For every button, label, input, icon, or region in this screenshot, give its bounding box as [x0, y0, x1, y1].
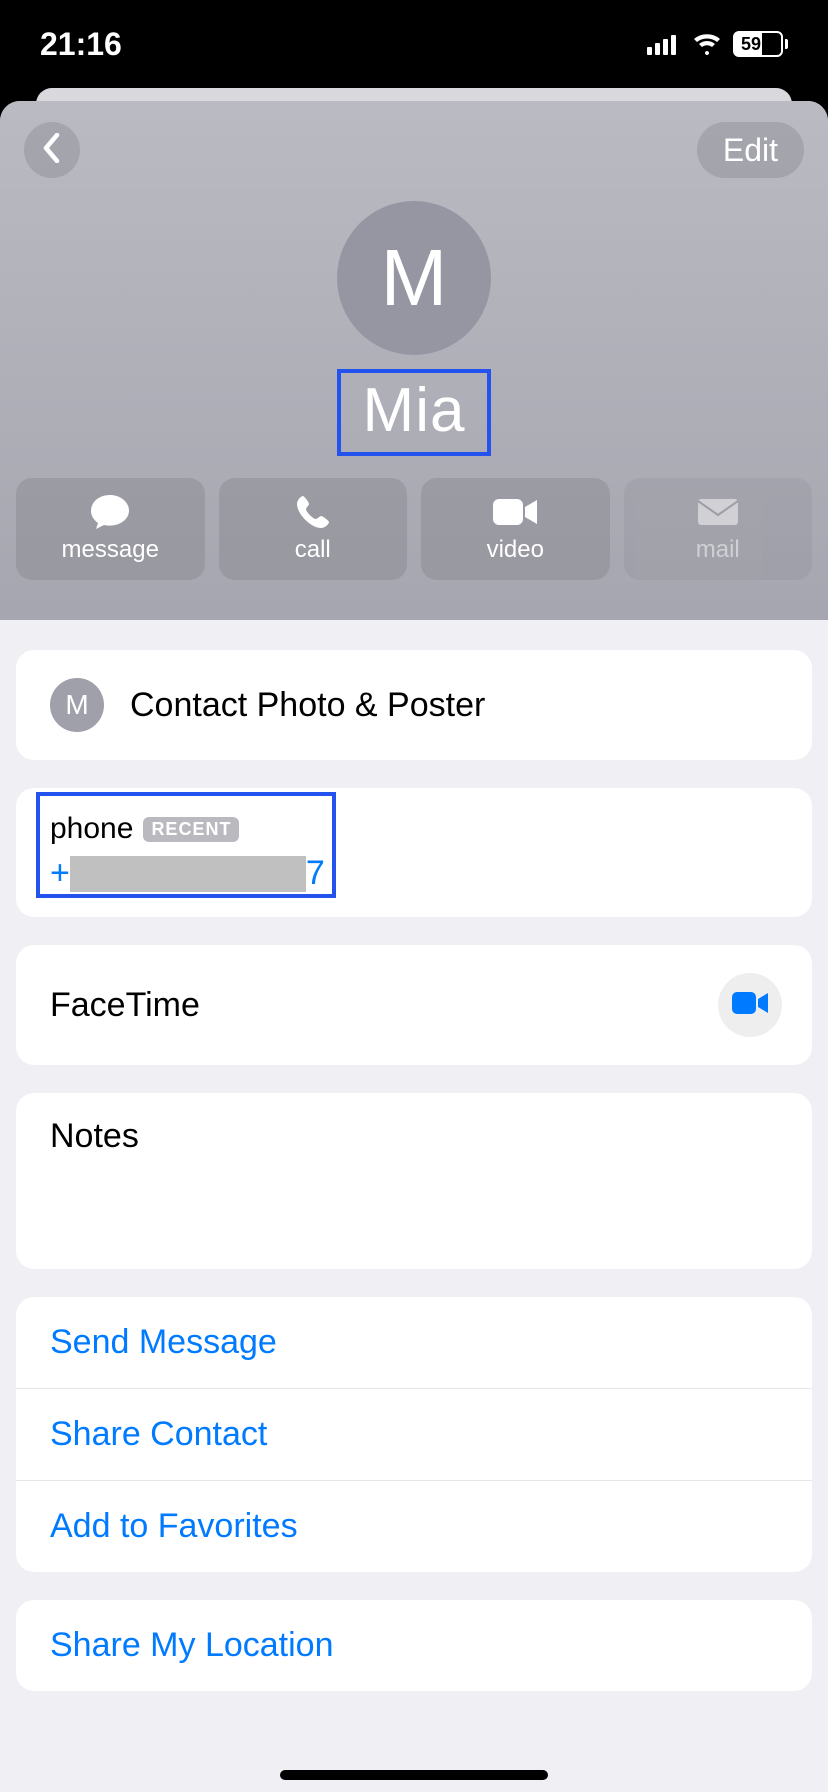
- phone-suffix: 7: [306, 854, 325, 893]
- actions-card: Send Message Share Contact Add to Favori…: [16, 1297, 812, 1572]
- avatar-small-initial: M: [65, 689, 88, 721]
- video-icon: [730, 990, 770, 1021]
- share-my-location-link[interactable]: Share My Location: [16, 1600, 812, 1691]
- content-area: M Contact Photo & Poster phone RECENT + …: [0, 620, 828, 1691]
- phone-redacted: [70, 856, 306, 892]
- photo-poster-card[interactable]: M Contact Photo & Poster: [16, 650, 812, 760]
- phone-icon: [295, 494, 331, 530]
- mail-icon: [696, 494, 740, 530]
- send-message-link[interactable]: Send Message: [16, 1297, 812, 1389]
- message-icon: [89, 494, 131, 530]
- video-button[interactable]: video: [421, 478, 610, 580]
- avatar-small: M: [50, 678, 104, 732]
- phone-number[interactable]: + 7: [50, 854, 778, 893]
- home-indicator[interactable]: [280, 1770, 548, 1780]
- phone-card[interactable]: phone RECENT + 7: [16, 788, 812, 917]
- message-button[interactable]: message: [16, 478, 205, 580]
- chevron-left-icon: [42, 133, 62, 168]
- facetime-label: FaceTime: [50, 986, 200, 1025]
- status-indicators: 59: [647, 26, 788, 63]
- quick-actions-row: message call video mail: [0, 456, 828, 580]
- mail-button: mail: [624, 478, 813, 580]
- battery-icon: 59: [733, 31, 788, 57]
- status-bar: 21:16 59: [0, 0, 828, 88]
- add-to-favorites-link[interactable]: Add to Favorites: [16, 1481, 812, 1572]
- video-icon: [491, 494, 539, 530]
- notes-card[interactable]: Notes: [16, 1093, 812, 1269]
- contact-name: Mia: [337, 369, 492, 456]
- facetime-card: FaceTime: [16, 945, 812, 1065]
- share-location-card: Share My Location: [16, 1600, 812, 1691]
- phone-type-label: phone: [50, 812, 133, 846]
- facetime-video-button[interactable]: [718, 973, 782, 1037]
- wifi-icon: [691, 26, 723, 63]
- contact-avatar[interactable]: M: [337, 201, 491, 355]
- notes-label: Notes: [50, 1117, 778, 1156]
- photo-poster-label: Contact Photo & Poster: [130, 686, 485, 725]
- mail-label: mail: [696, 536, 740, 564]
- cellular-icon: [647, 26, 681, 63]
- back-button[interactable]: [24, 122, 80, 178]
- share-contact-link[interactable]: Share Contact: [16, 1389, 812, 1481]
- video-label: video: [487, 536, 544, 564]
- call-label: call: [295, 536, 331, 564]
- edit-label: Edit: [723, 132, 778, 169]
- contact-sheet: Edit M Mia message call: [0, 101, 828, 1792]
- status-time: 21:16: [40, 26, 122, 63]
- message-label: message: [62, 536, 159, 564]
- recent-badge: RECENT: [143, 817, 239, 842]
- edit-button[interactable]: Edit: [697, 122, 804, 178]
- avatar-initial: M: [381, 232, 448, 324]
- call-button[interactable]: call: [219, 478, 408, 580]
- phone-prefix: +: [50, 854, 70, 893]
- contact-header: Edit M Mia message call: [0, 101, 828, 620]
